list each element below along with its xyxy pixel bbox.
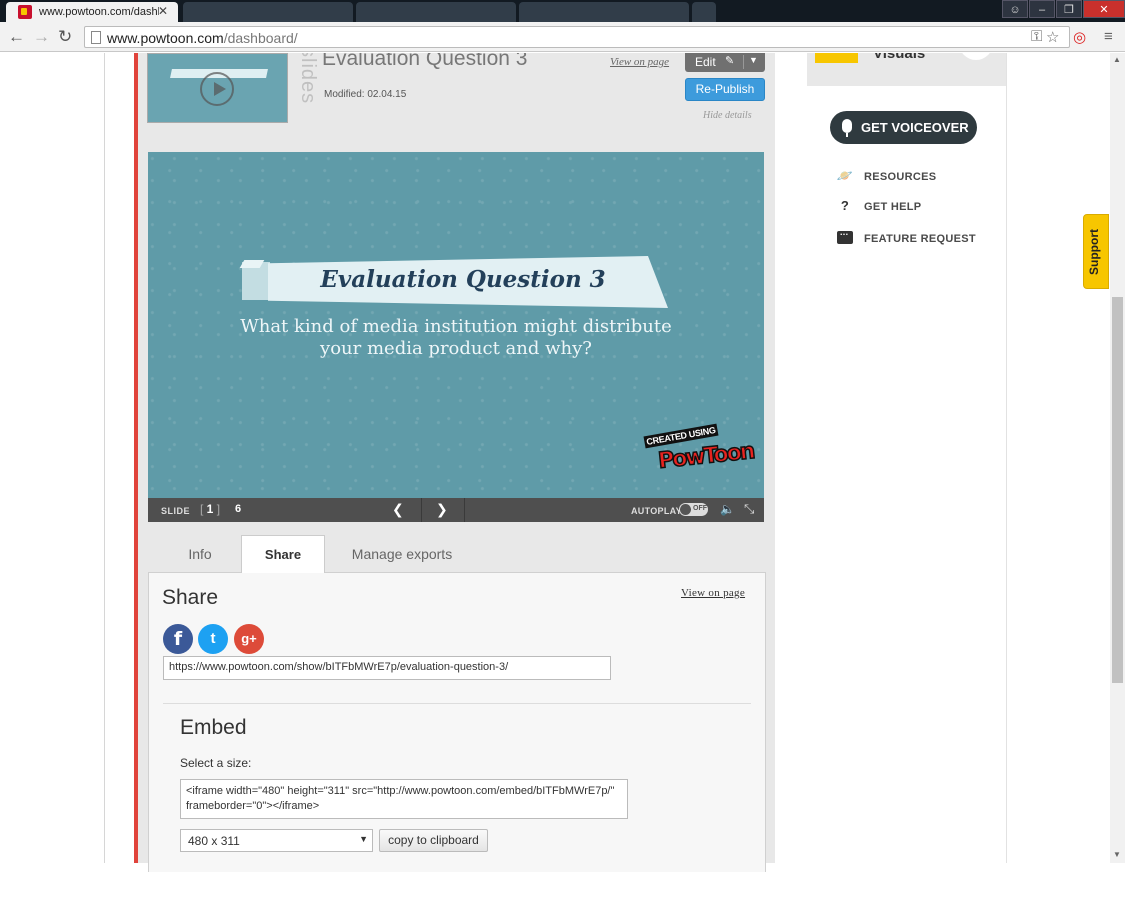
- bookmark-star-icon[interactable]: ☆: [1046, 28, 1059, 46]
- share-url-field[interactable]: https://www.powtoon.com/show/bITFbMWrE7p…: [163, 656, 611, 680]
- address-url: www.powtoon.com/dashboard/: [107, 30, 298, 46]
- powtoon-favicon-icon: [18, 5, 32, 19]
- opera-extension-icon[interactable]: ◎: [1073, 28, 1086, 46]
- previous-slide-icon[interactable]: ❮: [392, 501, 404, 518]
- forward-arrow-icon[interactable]: →: [33, 27, 50, 47]
- play-icon[interactable]: [200, 72, 234, 106]
- powtoon-player[interactable]: Evaluation Question 3 What kind of media…: [148, 152, 764, 498]
- scroll-up-icon[interactable]: ▲: [1113, 55, 1121, 64]
- browser-tab-4[interactable]: [519, 2, 689, 22]
- slide-subtitle: What kind of media institution might dis…: [228, 316, 684, 360]
- visuals-card-circle: [959, 53, 993, 60]
- page-scrollbar[interactable]: ▲ ▼: [1110, 53, 1125, 863]
- resources-label: RESOURCES: [864, 171, 937, 183]
- slide-subtitle-line1: What kind of media institution might dis…: [240, 316, 672, 337]
- facebook-icon[interactable]: f: [163, 624, 193, 654]
- get-voiceover-label: GET VOICEOVER: [861, 120, 969, 135]
- page-icon: [91, 31, 101, 44]
- get-voiceover-button[interactable]: GET VOICEOVER: [830, 111, 977, 144]
- browser-tab-active[interactable]: www.powtoon.com/dashb ✕: [6, 2, 178, 22]
- next-slide-icon[interactable]: ❯: [436, 501, 448, 518]
- pencil-icon: ✎: [725, 55, 735, 67]
- fullscreen-icon[interactable]: ⤡: [744, 501, 754, 517]
- controls-divider: [421, 498, 422, 522]
- autoplay-state: OFF: [693, 505, 707, 512]
- autoplay-toggle[interactable]: OFF: [679, 503, 708, 516]
- share-heading: Share: [162, 586, 219, 609]
- scroll-down-icon[interactable]: ▼: [1113, 850, 1121, 859]
- feature-request-label: FEATURE REQUEST: [864, 233, 976, 245]
- slide-label: SLIDE: [161, 506, 191, 516]
- slide-subtitle-line2: your media product and why?: [320, 338, 592, 359]
- modified-date: Modified: 02.04.15: [324, 89, 407, 100]
- google-plus-icon[interactable]: g+: [234, 624, 264, 654]
- browser-tab-2[interactable]: [183, 2, 353, 22]
- right-divider: [1006, 53, 1007, 863]
- browser-tab-bar: www.powtoon.com/dashb ✕ ☺ – ❐ ✕: [0, 0, 1125, 22]
- restore-icon[interactable]: ❐: [1056, 0, 1082, 18]
- edit-label: Edit: [695, 55, 716, 69]
- dropdown-caret-icon[interactable]: ▼: [749, 55, 758, 65]
- microphone-icon: [842, 119, 852, 137]
- resources-link[interactable]: 🪐 RESOURCES: [834, 168, 936, 184]
- volume-icon[interactable]: 🔈: [720, 502, 735, 516]
- browser-tab-3[interactable]: [356, 2, 516, 22]
- key-icon[interactable]: ⚿: [1031, 28, 1042, 45]
- powtoon-title: Evaluation Question 3: [322, 53, 528, 70]
- chat-bubble-icon: [837, 227, 853, 244]
- copy-to-clipboard-button[interactable]: copy to clipboard: [379, 829, 488, 852]
- tab-manage-exports[interactable]: Manage exports: [340, 535, 464, 573]
- select-size-label: Select a size:: [180, 756, 252, 770]
- feature-request-link[interactable]: FEATURE REQUEST: [834, 227, 976, 245]
- browser-toolbar: ← → ↻ www.powtoon.com/dashboard/ ⚿ ☆ ◎ ≡: [0, 22, 1125, 52]
- selected-indicator-bar: [134, 53, 138, 863]
- left-divider: [104, 53, 105, 863]
- embed-heading: Embed: [180, 716, 247, 739]
- total-slides: 6: [235, 503, 242, 515]
- edit-separator: [743, 55, 744, 69]
- slide-title: Evaluation Question 3: [320, 266, 606, 293]
- select-arrow-icon: ▼: [359, 834, 368, 844]
- player-controls: SLIDE 1 6 ❮ ❯ AUTOPLAY OFF 🔈 ⤡: [148, 498, 764, 522]
- hide-details-link[interactable]: Hide details: [703, 110, 752, 121]
- slides-type-label: slides: [297, 53, 319, 105]
- planet-icon: 🪐: [836, 168, 854, 183]
- current-slide-number[interactable]: 1: [200, 502, 220, 516]
- republish-button[interactable]: Re-Publish: [685, 78, 765, 101]
- powtoon-thumbnail[interactable]: [147, 53, 288, 123]
- controls-divider: [464, 498, 465, 522]
- get-help-label: GET HELP: [864, 201, 922, 213]
- support-tab[interactable]: Support: [1083, 214, 1109, 289]
- view-on-page-link[interactable]: View on page: [681, 587, 745, 599]
- get-help-link[interactable]: ? GET HELP: [834, 198, 921, 213]
- user-profile-icon[interactable]: ☺: [1002, 0, 1028, 18]
- reload-icon[interactable]: ↻: [58, 27, 72, 47]
- size-select-value: 480 x 311: [188, 834, 240, 848]
- scrollbar-thumb[interactable]: [1112, 297, 1123, 683]
- question-icon: ?: [840, 198, 850, 213]
- size-select[interactable]: 480 x 311 ▼: [180, 829, 373, 852]
- browser-tab-title: www.powtoon.com/dashb: [39, 6, 159, 18]
- visuals-card-badge: [815, 53, 858, 63]
- edit-button[interactable]: Edit ✎ ▼: [685, 53, 765, 72]
- new-tab-button[interactable]: [692, 2, 716, 22]
- tab-info[interactable]: Info: [160, 535, 240, 573]
- embed-code-textarea[interactable]: <iframe width="480" height="311" src="ht…: [180, 779, 628, 819]
- window-close-icon[interactable]: ✕: [1083, 0, 1125, 18]
- view-on-page-link-top[interactable]: View on page: [610, 56, 669, 68]
- autoplay-label: AUTOPLAY: [631, 506, 682, 516]
- support-label: Support: [1087, 229, 1101, 275]
- page-content: slides Evaluation Question 3 Modified: 0…: [0, 53, 1125, 900]
- address-bar[interactable]: www.powtoon.com/dashboard/: [84, 26, 1070, 48]
- back-arrow-icon[interactable]: ←: [8, 27, 25, 47]
- twitter-icon[interactable]: t: [198, 624, 228, 654]
- visuals-card[interactable]: Visuals: [807, 53, 1007, 86]
- close-tab-icon[interactable]: ✕: [158, 4, 168, 18]
- window-controls: ☺ – ❐ ✕: [1001, 0, 1125, 20]
- tab-share[interactable]: Share: [241, 535, 325, 573]
- minimize-icon[interactable]: –: [1029, 0, 1055, 18]
- share-divider: [163, 703, 751, 704]
- menu-icon[interactable]: ≡: [1104, 28, 1113, 45]
- visuals-card-text: Visuals: [873, 53, 926, 62]
